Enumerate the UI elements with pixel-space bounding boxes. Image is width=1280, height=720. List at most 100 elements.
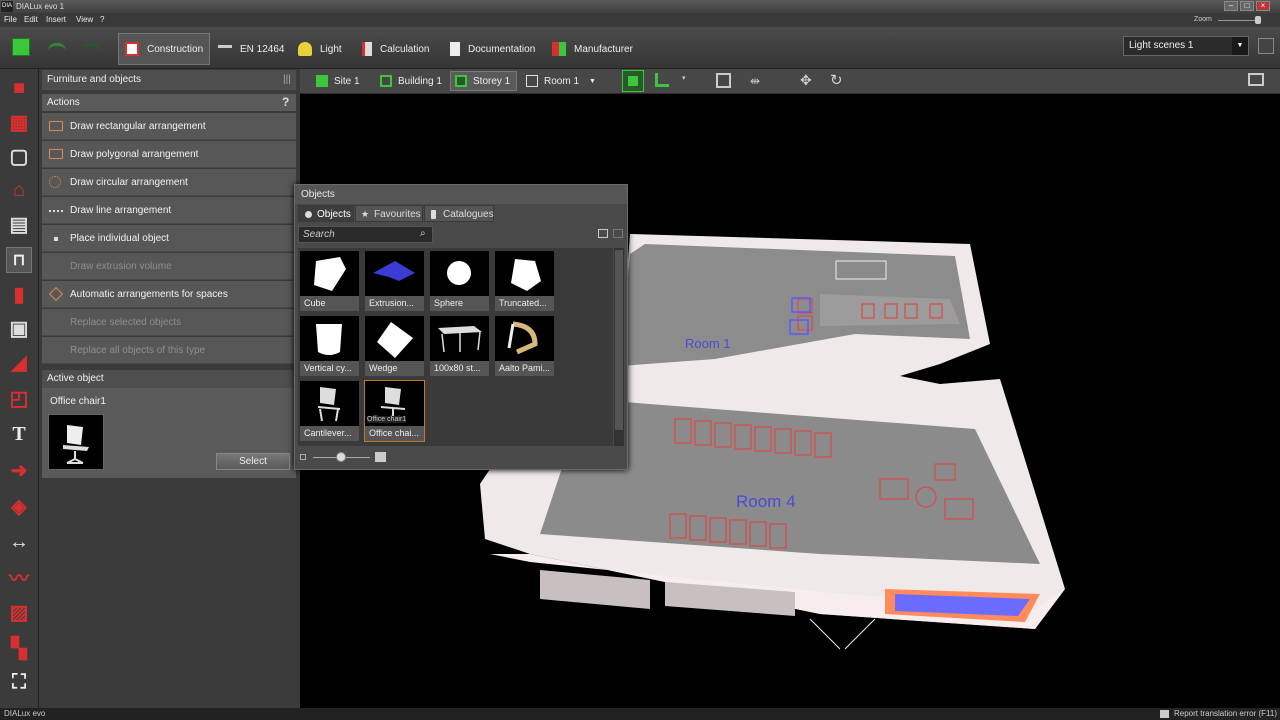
door-icon[interactable]: ▮ [6, 281, 32, 307]
object-cantilever-chair[interactable]: Cantilever... [299, 380, 360, 442]
action-replace-selected: Replace selected objects [42, 309, 296, 336]
zoom-fit-icon[interactable] [716, 73, 731, 88]
view-toolbar [300, 69, 1280, 94]
object-extrusion[interactable]: Extrusion... [364, 250, 425, 312]
object-wedge[interactable]: Wedge [364, 315, 425, 377]
object-aalto-chair[interactable]: Aalto Pami... [494, 315, 555, 377]
tab-en12464[interactable]: EN 12464 [218, 35, 284, 63]
undo-icon[interactable] [48, 43, 66, 51]
tab-objects[interactable]: Objects [298, 205, 354, 222]
view-mode-icon[interactable] [598, 229, 608, 238]
tab-label: Calculation [380, 43, 430, 55]
menu-view[interactable]: View [76, 13, 93, 27]
list-mode-icon[interactable] [613, 229, 623, 238]
polygon-icon [49, 149, 63, 159]
catalogue-icon [431, 210, 436, 219]
menu-insert[interactable]: Insert [46, 13, 66, 27]
action-polygonal[interactable]: Draw polygonal arrangement [42, 141, 296, 168]
chevron-down-icon[interactable]: ▼ [1232, 37, 1248, 55]
rotate-icon[interactable]: ↻ [830, 71, 843, 89]
action-line[interactable]: Draw line arrangement [42, 197, 296, 224]
redo-icon[interactable] [82, 43, 100, 51]
status-bar: DIALux evo Report translation error (F11… [0, 708, 1280, 720]
minimize-icon[interactable]: – [1224, 1, 1238, 11]
object-sphere[interactable]: Sphere [429, 250, 490, 312]
object-table[interactable]: 100x80 st... [429, 315, 490, 377]
room-icon[interactable]: ■ [6, 75, 32, 101]
floor-icon[interactable]: ▢ [6, 143, 32, 169]
window-icon[interactable]: ▣ [6, 315, 32, 341]
material-icon[interactable]: ◈ [6, 493, 32, 519]
breadcrumb-building[interactable]: Building 1 [380, 71, 442, 91]
object-cube[interactable]: Cube [299, 250, 360, 312]
object-vertical-cylinder[interactable]: Vertical cy... [299, 315, 360, 377]
help-icon[interactable]: ? [282, 95, 294, 109]
scrollbar-thumb[interactable] [615, 250, 623, 430]
measure-icon[interactable]: ⇹ [750, 74, 760, 88]
tab-documentation[interactable]: Documentation [450, 35, 535, 63]
dimension-icon[interactable]: ↔ [6, 529, 32, 555]
tab-calculation[interactable]: Calculation [362, 35, 429, 63]
title-bar: DIA DIALux evo 1 – □ × [0, 0, 1280, 13]
light-scenes-dropdown[interactable]: Light scenes 1 ▼ [1123, 36, 1249, 56]
breadcrumb-room[interactable]: Room 1 ▼ [526, 71, 596, 91]
object-office-chair[interactable]: Office chair1 Office chai... [364, 380, 425, 442]
opening-icon[interactable]: ◰ [6, 385, 32, 411]
tab-label: Documentation [468, 43, 536, 55]
tool-sidebar: ■ ▦ ▢ ⌂ ▤ ⊓ ▮ ▣ ◢ ◰ T ➜ ◈ ↔ 〰 ▨ ▚ ⛶ [0, 69, 39, 708]
building-icon [380, 75, 392, 87]
floor-plan-icon[interactable] [655, 73, 669, 87]
cut-icon[interactable]: ◢ [6, 349, 32, 375]
ceiling-icon[interactable]: ▤ [6, 211, 32, 237]
chevron-down-icon[interactable]: ▼ [589, 78, 596, 85]
tab-construction[interactable]: Construction [118, 33, 210, 65]
hierarchy-icon[interactable]: ⛶ [6, 669, 32, 695]
light-scenes-value: Light scenes 1 [1129, 40, 1194, 51]
report-translation-link[interactable]: Report translation error (F11) [1174, 708, 1277, 720]
circle-icon [49, 176, 61, 188]
large-size-icon[interactable] [375, 452, 386, 462]
breadcrumb-site[interactable]: Site 1 [316, 71, 360, 91]
object-truncated[interactable]: Truncated... [494, 250, 555, 312]
calculation-icon [362, 42, 372, 56]
chevron-down-icon[interactable]: ▾ [682, 74, 686, 82]
menu-edit[interactable]: Edit [24, 13, 38, 27]
action-place-individual[interactable]: Place individual object [42, 225, 296, 252]
office-chair-thumbnail[interactable] [48, 414, 104, 470]
small-size-icon[interactable] [300, 454, 306, 460]
slider-handle[interactable] [336, 452, 346, 462]
action-automatic[interactable]: Automatic arrangements for spaces [42, 281, 296, 308]
object-tooltip: Office chair1 [367, 416, 407, 423]
storey-icon [455, 75, 467, 87]
zoom-slider-handle[interactable] [1255, 16, 1261, 24]
wall-icon[interactable]: ▦ [6, 109, 32, 135]
line-icon[interactable]: 〰 [6, 563, 32, 590]
text-icon[interactable]: T [6, 421, 32, 447]
monitor-icon[interactable] [1248, 73, 1264, 86]
select-button[interactable]: Select [216, 453, 290, 470]
menu-help[interactable]: ? [100, 13, 104, 27]
zoom-slider-track[interactable] [1218, 20, 1260, 21]
menu-file[interactable]: File [4, 13, 17, 27]
move-icon[interactable]: ✥ [800, 72, 812, 89]
tab-manufacturer[interactable]: Manufacturer [552, 35, 633, 63]
tab-catalogues[interactable]: Catalogues [424, 205, 494, 222]
search-icon[interactable]: ⌕ [420, 228, 426, 239]
grid-icon[interactable]: ▚ [6, 635, 32, 661]
search-input[interactable]: Search [298, 226, 433, 243]
panel-pin-icon[interactable]: ||| [283, 74, 291, 85]
close-icon[interactable]: × [1256, 1, 1270, 11]
3d-view-button[interactable] [622, 70, 644, 92]
roof-icon[interactable]: ⌂ [6, 177, 32, 203]
breadcrumb-storey[interactable]: Storey 1 [450, 71, 518, 91]
action-rectangular[interactable]: Draw rectangular arrangement [42, 113, 296, 140]
texture-icon[interactable]: ▨ [6, 599, 32, 625]
maximize-icon[interactable]: □ [1240, 1, 1254, 11]
panel-toggle-icon[interactable] [1258, 38, 1274, 54]
tab-favourites[interactable]: ★ Favourites [355, 205, 423, 222]
furniture-icon[interactable]: ⊓ [6, 247, 32, 273]
action-circular[interactable]: Draw circular arrangement [42, 169, 296, 196]
tab-light[interactable]: Light [298, 35, 342, 63]
save-icon[interactable] [12, 38, 30, 56]
arrow-icon[interactable]: ➜ [6, 457, 32, 483]
